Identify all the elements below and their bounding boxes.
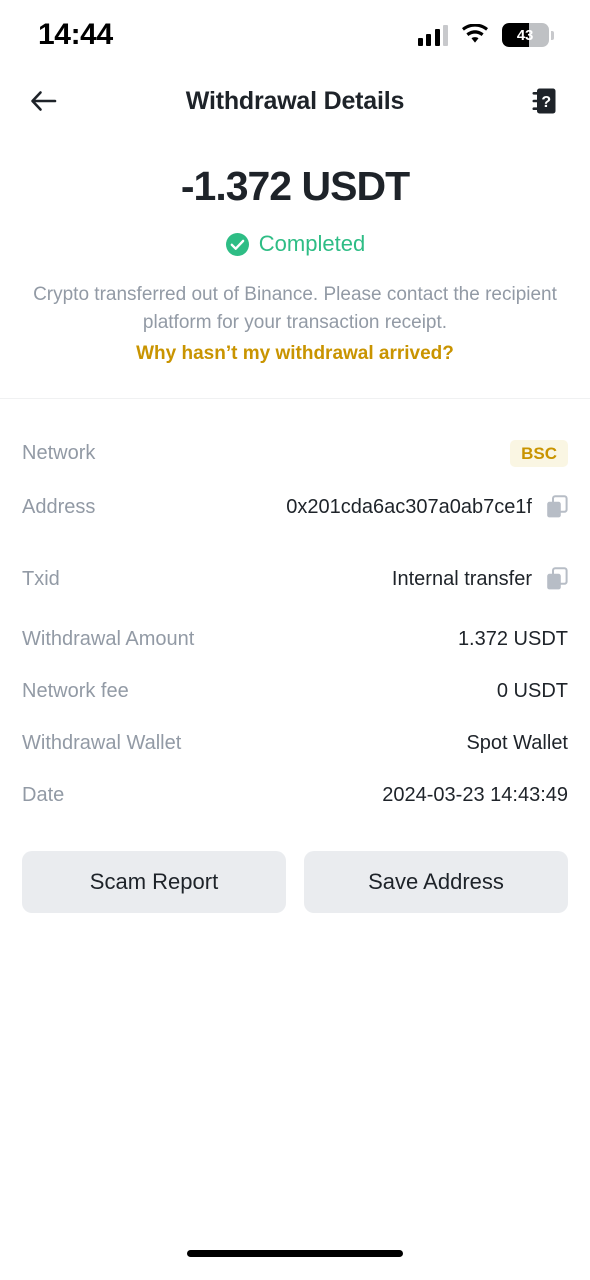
detail-label-withdrawal-amount: Withdrawal Amount (22, 627, 195, 650)
copy-icon[interactable] (546, 495, 568, 519)
scam-report-button[interactable]: Scam Report (22, 851, 286, 914)
status-badge: Completed (0, 231, 590, 257)
detail-label-txid: Txid (22, 567, 60, 590)
detail-value-date: 2024-03-23 14:43:49 (382, 783, 568, 806)
detail-label-network: Network (22, 441, 96, 464)
detail-label-withdrawal-wallet: Withdrawal Wallet (22, 731, 182, 754)
details-list: Network BSC Address 0x201cda6ac307a0ab7c… (0, 399, 590, 821)
battery-cap (551, 30, 554, 40)
transaction-description: Crypto transferred out of Binance. Pleas… (33, 284, 557, 333)
detail-row-withdrawal-amount: Withdrawal Amount 1.372 USDT (22, 613, 568, 665)
battery-percent-label: 43 (516, 26, 534, 44)
detail-value-withdrawal-amount: 1.372 USDT (457, 627, 568, 650)
detail-row-address: Address 0x201cda6ac307a0ab7ce1f (22, 481, 568, 533)
support-button[interactable]: ? (524, 81, 564, 121)
detail-row-network: Network BSC (22, 427, 568, 479)
detail-row-txid: Txid Internal transfer (22, 553, 568, 605)
page-title: Withdrawal Details (185, 86, 405, 115)
network-badge: BSC (510, 439, 568, 467)
transaction-summary: -1.372 USDT Completed Crypto transferred… (0, 132, 590, 365)
withdrawal-help-link[interactable]: Why hasn’t my withdrawal arrived? (0, 343, 590, 365)
transaction-amount: -1.372 USDT (180, 163, 410, 209)
detail-value-address: 0x201cda6ac307a0ab7ce1f (286, 495, 532, 518)
detail-row-network-fee: Network fee 0 USDT (22, 665, 568, 717)
battery-icon: 43 (502, 23, 549, 47)
signal-bars-icon (417, 24, 448, 46)
detail-label-network-fee: Network fee (22, 679, 129, 702)
status-label: Completed (258, 231, 366, 257)
action-buttons: Scam Report Save Address (0, 821, 590, 914)
back-button[interactable] (24, 81, 64, 121)
detail-label-date: Date (22, 783, 65, 806)
navigation-bar: Withdrawal Details ? (0, 70, 590, 132)
home-indicator[interactable] (187, 1250, 403, 1257)
svg-text:?: ? (541, 94, 551, 111)
detail-row-withdrawal-wallet: Withdrawal Wallet Spot Wallet (22, 717, 568, 769)
help-support-icon: ? (532, 88, 556, 114)
detail-value-withdrawal-wallet: Spot Wallet (466, 731, 568, 754)
detail-row-date: Date 2024-03-23 14:43:49 (22, 769, 568, 821)
check-circle-icon (225, 232, 249, 256)
wifi-icon (462, 24, 488, 43)
copy-icon[interactable] (546, 567, 568, 591)
detail-label-address: Address (22, 495, 96, 518)
save-address-button[interactable]: Save Address (304, 851, 568, 914)
status-bar-indicators: 43 (417, 23, 554, 47)
detail-value-txid: Internal transfer (391, 567, 532, 590)
status-bar-clock: 14:44 (38, 18, 113, 51)
back-arrow-icon (31, 91, 57, 111)
status-bar: 14:44 43 (0, 0, 590, 70)
detail-value-network-fee: 0 USDT (496, 679, 568, 702)
